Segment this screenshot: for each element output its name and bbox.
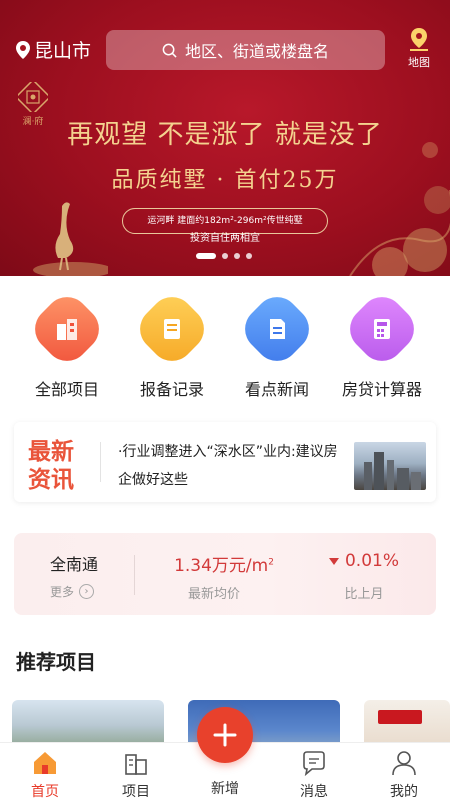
price-summary-card[interactable]: 全南通 更多 › 1.34万元/m2 最新均价 0.01% 比上月	[14, 533, 436, 615]
quick-label: 全部项目	[34, 380, 99, 399]
map-button[interactable]: 地图	[402, 28, 436, 70]
average-price-label: 最新均价	[187, 587, 240, 602]
book-icon	[164, 319, 180, 339]
peony-decoration-icon	[349, 142, 450, 276]
city-name: 昆山市	[34, 40, 92, 62]
average-price-value: 1.34万元/m	[174, 556, 269, 576]
tab-mine[interactable]: 我的	[372, 749, 436, 800]
plus-icon	[213, 723, 237, 747]
top-bar: 昆山市 地区、街道或楼盘名 地图	[0, 28, 450, 72]
price-divider	[134, 555, 135, 595]
building-icon	[57, 319, 77, 340]
quick-icon-bg	[235, 287, 319, 371]
tab-label: 首页	[31, 784, 59, 800]
news-badge-line1: 最新	[28, 439, 74, 465]
quick-item-report-records[interactable]: 报备记录	[116, 287, 228, 400]
quick-label: 房贷计算器	[341, 380, 422, 399]
search-input[interactable]: 地区、街道或楼盘名	[106, 30, 385, 70]
quick-item-all-projects[interactable]: 全部项目	[11, 287, 123, 400]
project-tag	[378, 710, 422, 724]
banner-headline: 再观望 不是涨了 就是没了	[67, 120, 383, 150]
home-icon	[34, 752, 56, 774]
price-change-label: 比上月	[344, 587, 384, 602]
carousel-dot[interactable]	[234, 253, 240, 259]
down-triangle-icon	[328, 557, 339, 565]
quick-label: 看点新闻	[244, 380, 309, 399]
search-icon	[162, 43, 177, 58]
city-selector[interactable]: 昆山市	[16, 36, 91, 63]
map-icon	[410, 28, 428, 51]
document-icon	[270, 319, 285, 339]
carousel-dot-active[interactable]	[196, 253, 216, 259]
banner-pill-subtext: 投资自住两相宜	[190, 233, 260, 244]
quick-icon-bg	[25, 287, 109, 371]
news-divider	[100, 442, 101, 482]
calculator-icon	[374, 319, 390, 339]
carousel-dot[interactable]	[246, 253, 252, 259]
search-placeholder: 地区、街道或楼盘名	[184, 42, 329, 61]
tab-label: 项目	[122, 784, 150, 800]
price-more-button[interactable]: 更多 ›	[50, 583, 95, 600]
tab-messages[interactable]: 消息	[282, 749, 346, 800]
tab-label: 消息	[300, 784, 328, 800]
section-title-recommend: 推荐项目	[16, 650, 96, 674]
carousel-dot[interactable]	[222, 253, 228, 259]
more-label: 更多	[50, 585, 75, 599]
tab-projects[interactable]: 项目	[104, 749, 168, 800]
news-card[interactable]: 最新 资讯 ·行业调整进入“深水区”业内:建议房企做好这些	[14, 422, 436, 502]
map-label: 地图	[408, 56, 430, 69]
lattice-logo-icon	[18, 82, 48, 112]
average-price: 1.34万元/m2	[154, 551, 294, 576]
banner-subheadline: 品质纯墅 · 首付25万	[111, 168, 339, 193]
unit-superscript: 2	[268, 557, 274, 568]
location-pin-icon	[16, 40, 30, 59]
chat-bubble-icon	[303, 751, 325, 777]
quick-item-news[interactable]: 看点新闻	[221, 287, 333, 400]
news-badge: 最新 资讯	[28, 438, 88, 494]
price-change: 0.01%	[304, 551, 424, 571]
price-region: 全南通	[49, 555, 98, 574]
news-badge-line2: 资讯	[28, 467, 74, 493]
news-headline[interactable]: ·行业调整进入“深水区”业内:建议房企做好这些	[118, 438, 344, 494]
add-label: 新增	[211, 781, 239, 797]
promo-banner[interactable]: 昆山市 地区、街道或楼盘名 地图 澜·府 再观望 不是涨了 就是没了 品质纯墅 …	[0, 0, 450, 276]
quick-icon-bg	[130, 287, 214, 371]
app-page: 昆山市 地区、街道或楼盘名 地图 澜·府 再观望 不是涨了 就是没了 品质纯墅 …	[0, 0, 450, 800]
add-button[interactable]	[197, 707, 253, 763]
buildings-icon	[125, 754, 147, 775]
tab-home[interactable]: 首页	[13, 749, 77, 800]
quick-icon-bg	[340, 287, 424, 371]
quick-menu: 全部项目 报备记录 看点新闻 房贷计算器	[0, 287, 450, 400]
carousel-indicator[interactable]	[196, 253, 252, 259]
quick-item-mortgage-calculator[interactable]: 房贷计算器	[326, 287, 438, 400]
news-thumbnail[interactable]	[354, 442, 426, 490]
price-change-value: 0.01%	[344, 551, 399, 571]
quick-label: 报备记录	[139, 380, 204, 399]
user-icon	[392, 751, 416, 776]
chevron-right-icon: ›	[79, 584, 95, 599]
tab-label: 我的	[390, 784, 418, 800]
city-skyline-icon	[364, 452, 421, 490]
